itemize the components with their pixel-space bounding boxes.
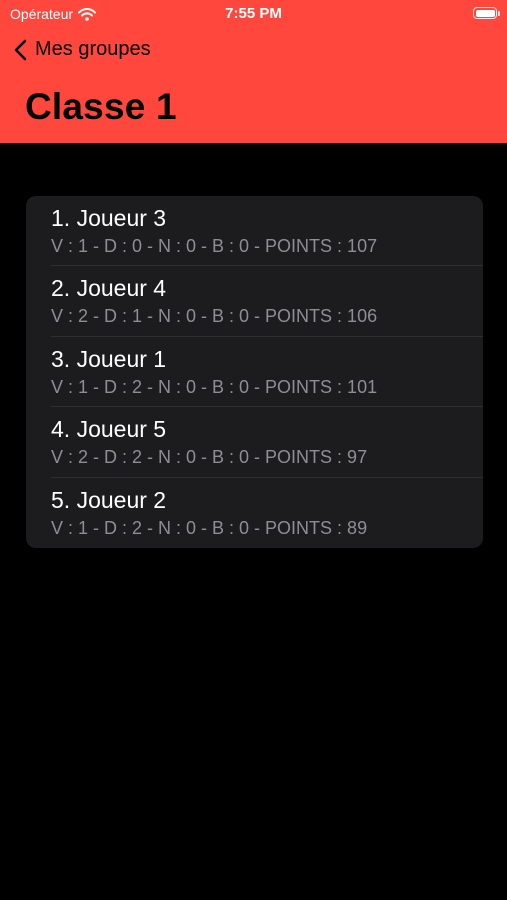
player-rank-name: 5. Joueur 2 — [51, 486, 167, 513]
player-rank-name: 4. Joueur 5 — [51, 416, 167, 443]
list-item[interactable]: 1. Joueur 3 V : 1 - D : 0 - N : 0 - B : … — [26, 196, 483, 267]
player-rank-name: 2. Joueur 4 — [51, 275, 167, 302]
player-stats: V : 2 - D : 2 - N : 0 - B : 0 - POINTS :… — [51, 447, 368, 468]
player-stats: V : 2 - D : 1 - N : 0 - B : 0 - POINTS :… — [51, 306, 378, 327]
status-time: 7:55 PM — [225, 5, 282, 22]
navigation-header: Opérateur 7:55 PM Mes groupes Classe 1 — [0, 0, 507, 143]
ranking-list: 1. Joueur 3 V : 1 - D : 0 - N : 0 - B : … — [26, 196, 483, 548]
player-rank-name: 3. Joueur 1 — [51, 345, 167, 372]
page-title: Classe 1 — [25, 86, 177, 127]
list-item[interactable]: 4. Joueur 5 V : 2 - D : 2 - N : 0 - B : … — [26, 407, 483, 478]
player-stats: V : 1 - D : 0 - N : 0 - B : 0 - POINTS :… — [51, 236, 378, 256]
back-button-label: Mes groupes — [35, 38, 151, 60]
player-stats: V : 1 - D : 2 - N : 0 - B : 0 - POINTS :… — [51, 517, 368, 538]
list-item[interactable]: 3. Joueur 1 V : 1 - D : 2 - N : 0 - B : … — [26, 337, 483, 408]
back-button[interactable]: Mes groupes — [14, 38, 151, 61]
player-rank-name: 1. Joueur 3 — [51, 205, 167, 231]
list-item[interactable]: 5. Joueur 2 V : 1 - D : 2 - N : 0 - B : … — [26, 478, 483, 548]
battery-icon — [473, 7, 500, 19]
list-item[interactable]: 2. Joueur 4 V : 2 - D : 1 - N : 0 - B : … — [26, 266, 483, 338]
player-stats: V : 1 - D : 2 - N : 0 - B : 0 - POINTS :… — [51, 376, 378, 397]
app-screen: Opérateur 7:55 PM Mes groupes Classe 1 1… — [0, 0, 507, 900]
chevron-left-icon — [14, 39, 27, 61]
status-bar: Opérateur 7:55 PM — [0, 0, 507, 30]
